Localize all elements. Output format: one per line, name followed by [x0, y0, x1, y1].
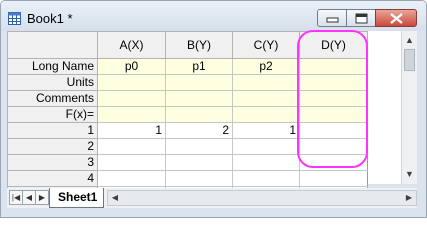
row-label-fx[interactable]: F(x)=: [7, 106, 98, 123]
data-row: 4: [7, 170, 368, 187]
row-label-long-name[interactable]: Long Name: [7, 58, 98, 75]
row-label-comments[interactable]: Comments: [7, 90, 98, 107]
cell-D4[interactable]: [299, 170, 368, 187]
column-header-row: A(X) B(Y) C(Y) D(Y): [7, 31, 368, 59]
cell-A1[interactable]: 1: [97, 122, 166, 139]
row-label-units[interactable]: Units: [7, 74, 98, 91]
data-row: 2: [7, 138, 368, 155]
cell-D-units[interactable]: [299, 74, 368, 91]
scroll-up-icon[interactable]: ▲: [402, 33, 417, 48]
column-header-D[interactable]: D(Y): [299, 31, 368, 59]
minimize-button[interactable]: [317, 9, 347, 27]
close-icon: [390, 13, 403, 24]
close-button[interactable]: [375, 9, 417, 27]
column-header-C[interactable]: C(Y): [232, 31, 300, 59]
cell-B-comments[interactable]: [165, 90, 233, 107]
cell-B-fx[interactable]: [165, 106, 233, 123]
cell-D3[interactable]: [299, 154, 368, 171]
cell-C-fx[interactable]: [232, 106, 300, 123]
data-row: 1 1 2 1: [7, 122, 368, 139]
cell-B2[interactable]: [165, 138, 233, 155]
vertical-scrollbar[interactable]: ▲ ▼: [401, 31, 417, 184]
cell-A2[interactable]: [97, 138, 166, 155]
cell-B-long-name[interactable]: p1: [165, 58, 233, 75]
row-header-3[interactable]: 3: [7, 154, 98, 171]
horizontal-scrollbar[interactable]: ◀ ▶: [107, 190, 417, 206]
cell-D-comments[interactable]: [299, 90, 368, 107]
column-header-A[interactable]: A(X): [97, 31, 166, 59]
maximize-button[interactable]: [346, 9, 376, 27]
cell-C-units[interactable]: [232, 74, 300, 91]
cell-C2[interactable]: [232, 138, 300, 155]
column-header-B[interactable]: B(Y): [165, 31, 233, 59]
worksheet: A(X) B(Y) C(Y) D(Y) Long Name p0 p1 p2 U…: [7, 31, 417, 203]
row-header-1[interactable]: 1: [7, 122, 98, 139]
title-bar[interactable]: Book1 *: [1, 1, 426, 31]
cell-C-long-name[interactable]: p2: [232, 58, 300, 75]
next-sheet-icon[interactable]: ▶: [35, 190, 49, 205]
cell-A3[interactable]: [97, 154, 166, 171]
select-all-corner[interactable]: [7, 31, 98, 59]
cell-A-units[interactable]: [97, 74, 166, 91]
cell-A-long-name[interactable]: p0: [97, 58, 166, 75]
workbook-window: Book1 * A(X) B(Y) C(Y) D(Y) Long Name p0…: [0, 0, 427, 218]
cell-B4[interactable]: [165, 170, 233, 187]
data-row: 3: [7, 154, 368, 171]
cell-A4[interactable]: [97, 170, 166, 187]
row-header-4[interactable]: 4: [7, 170, 98, 187]
scroll-left-icon[interactable]: ◀: [108, 191, 122, 205]
cell-A-comments[interactable]: [97, 90, 166, 107]
label-row-units: Units: [7, 74, 368, 91]
cell-D1[interactable]: [299, 122, 368, 139]
first-sheet-icon[interactable]: |◀: [9, 190, 23, 205]
cell-C4[interactable]: [232, 170, 300, 187]
vertical-scroll-thumb[interactable]: [404, 49, 415, 71]
cell-C3[interactable]: [232, 154, 300, 171]
cell-D2[interactable]: [299, 138, 368, 155]
window-title: Book1 *: [27, 11, 73, 26]
worksheet-grid: A(X) B(Y) C(Y) D(Y) Long Name p0 p1 p2 U…: [7, 31, 368, 203]
cell-A-fx[interactable]: [97, 106, 166, 123]
row-header-2[interactable]: 2: [7, 138, 98, 155]
cell-B-units[interactable]: [165, 74, 233, 91]
scroll-right-icon[interactable]: ▶: [402, 191, 416, 205]
label-row-long-name: Long Name p0 p1 p2: [7, 58, 368, 75]
prev-sheet-icon[interactable]: ◀: [22, 190, 36, 205]
cell-C-comments[interactable]: [232, 90, 300, 107]
cell-B1[interactable]: 2: [165, 122, 233, 139]
minimize-icon: [326, 17, 339, 23]
app-icon: [8, 12, 21, 25]
cell-D-fx[interactable]: [299, 106, 368, 123]
cell-C1[interactable]: 1: [232, 122, 300, 139]
scroll-down-icon[interactable]: ▼: [402, 167, 417, 182]
cell-D-long-name[interactable]: [299, 58, 368, 75]
cell-B3[interactable]: [165, 154, 233, 171]
maximize-icon: [355, 13, 368, 24]
label-row-comments: Comments: [7, 90, 368, 107]
tab-sheet1[interactable]: Sheet1: [49, 188, 105, 208]
sheet-tab-bar: |◀ ◀ ▶ Sheet1 ◀ ▶: [7, 188, 417, 208]
label-row-fx: F(x)=: [7, 106, 368, 123]
